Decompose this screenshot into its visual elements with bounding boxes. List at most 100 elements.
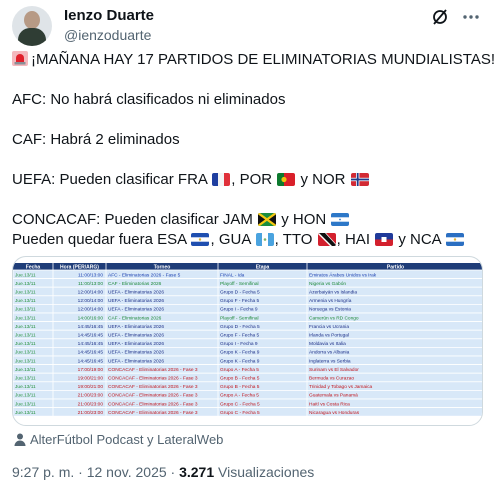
haiti-flag-icon bbox=[375, 233, 394, 246]
table-cell: Nigeria vs Gabón bbox=[309, 281, 346, 287]
table-cell: Jue.13/11 bbox=[15, 272, 36, 278]
tweet-line-uefa: UEFA: Pueden clasificar FRA , POR y NOR bbox=[12, 170, 483, 190]
table-cell: 11:00/13:00 bbox=[78, 272, 103, 278]
table-cell: UEFA - Eliminatorias 2026 bbox=[108, 290, 164, 296]
tweet-time[interactable]: 9:27 p. m. bbox=[12, 464, 74, 480]
views-count: 3.271 bbox=[179, 464, 215, 480]
table-cell: 14:45/16:45 bbox=[78, 341, 104, 347]
attribution-text: AlterFútbol Podcast y LateralWeb bbox=[30, 432, 224, 447]
tweet-line-headline: ¡MAÑANA HAY 17 PARTIDOS DE ELIMINATORIAS… bbox=[12, 50, 495, 70]
table-cell: CONCACAF - Eliminatorias 2026 - Fase 3 bbox=[108, 376, 198, 382]
table-cell: Noruega vs Estonia bbox=[309, 307, 351, 313]
table-cell: Jue.13/11 bbox=[15, 350, 36, 356]
tweet-line-caf: CAF: Habrá 2 eliminados bbox=[12, 131, 180, 148]
table-cell: Grupo C - Fecha 5 bbox=[220, 410, 260, 416]
tweet-date[interactable]: 12 nov. 2025 bbox=[87, 464, 167, 480]
table-cell: Jue.13/11 bbox=[15, 298, 36, 304]
table-cell: Azerbaiyán vs Islandia bbox=[309, 290, 357, 296]
table-cell: Jue.13/11 bbox=[15, 333, 36, 339]
avatar[interactable] bbox=[12, 6, 52, 46]
fuera-tto-text: , TTO bbox=[274, 231, 313, 248]
tweet-meta: 9:27 p. m. · 12 nov. 2025 · 3.271 Visual… bbox=[12, 464, 314, 480]
table-cell: 14:45/16:45 bbox=[78, 333, 104, 339]
more-dots-icon[interactable] bbox=[461, 8, 481, 26]
schedule-image[interactable]: Fecha Hora (PER/ARG) Torneo Etapa Partido Jue… bbox=[12, 256, 483, 426]
table-cell: Grupo F - Fecha 5 bbox=[220, 298, 260, 304]
table-cell: Grupo A - Fecha 5 bbox=[220, 393, 259, 399]
table-cell: Jue.13/11 bbox=[15, 393, 36, 399]
table-cell: Grupo K - Fecha 9 bbox=[220, 350, 260, 356]
table-cell: CONCACAF - Eliminatorias 2026 - Fase 3 bbox=[108, 384, 198, 390]
tweet-line-eliminados: Pueden quedar fuera ESA , GUA , TTO , HA… bbox=[12, 230, 483, 250]
uefa-prefix-text: UEFA: Pueden clasificar FRA bbox=[12, 171, 208, 188]
fuera-hai-text: , HAI bbox=[336, 231, 370, 248]
table-cell: Jue.13/11 bbox=[15, 281, 36, 287]
table-cell: 11:00/13:00 bbox=[78, 281, 103, 287]
slashed-circle-icon[interactable] bbox=[431, 8, 449, 26]
table-cell: 12:00/14:00 bbox=[78, 307, 104, 313]
nicaragua-flag-icon bbox=[446, 233, 465, 246]
table-cell: Andorra vs Albania bbox=[309, 350, 350, 356]
table-cell: 12:00/14:00 bbox=[78, 298, 104, 304]
table-cell: Bermuda vs Curazao bbox=[309, 376, 354, 382]
table-cell: UEFA - Eliminatorias 2026 bbox=[108, 324, 164, 330]
table-cell: CAF - Eliminatorias 2026 bbox=[108, 315, 162, 321]
table-cell: Jue.13/11 bbox=[15, 384, 36, 390]
author-handle[interactable]: @ienzoduarte bbox=[64, 27, 151, 43]
table-cell: Grupo D - Fecha 5 bbox=[220, 324, 260, 330]
france-flag-icon bbox=[212, 173, 231, 186]
table-cell: Grupo C - Fecha 5 bbox=[220, 401, 260, 407]
trinidad-tobago-flag-icon bbox=[317, 233, 336, 246]
table-cell: Grupo B - Fecha 5 bbox=[220, 384, 260, 390]
tweet-line-concacaf: CONCACAF: Pueden clasificar JAM y HON bbox=[12, 210, 483, 230]
table-cell: Grupo A - Fecha 5 bbox=[220, 367, 259, 373]
headline-text: ¡MAÑANA HAY 17 PARTIDOS DE ELIMINATORIAS… bbox=[31, 51, 495, 68]
table-cell: Francia vs Ucrania bbox=[309, 324, 349, 330]
media-attribution[interactable]: AlterFútbol Podcast y LateralWeb bbox=[14, 432, 223, 447]
honduras-flag-icon bbox=[331, 213, 350, 226]
table-cell: Grupo D - Fecha 5 bbox=[220, 290, 260, 296]
schedule-table: Fecha Hora (PER/ARG) Torneo Etapa PartidoJue… bbox=[13, 263, 482, 417]
table-cell: Jue.13/11 bbox=[15, 290, 36, 296]
table-cell: Playoff - Semifinal bbox=[220, 315, 259, 321]
norway-flag-icon bbox=[350, 173, 369, 186]
table-cell: UEFA - Eliminatorias 2026 bbox=[108, 358, 164, 364]
table-cell: UEFA - Eliminatorias 2026 bbox=[108, 341, 164, 347]
el-salvador-flag-icon bbox=[191, 233, 210, 246]
concacaf-hon-text: y HON bbox=[277, 211, 327, 228]
table-cell: 21:00/23:00 bbox=[78, 410, 104, 416]
table-cell: Irlanda vs Portugal bbox=[309, 333, 349, 339]
table-cell: CONCACAF - Eliminatorias 2026 - Fase 3 bbox=[108, 367, 198, 373]
author-name[interactable]: Ienzo Duarte bbox=[64, 7, 154, 24]
table-cell: 21:00/23:00 bbox=[78, 401, 104, 407]
tweet-header: Ienzo Duarte @ienzoduarte bbox=[12, 6, 483, 46]
table-cell: 17:00/19:00 bbox=[78, 367, 104, 373]
table-cell: 19:00/21:00 bbox=[78, 376, 104, 382]
table-cell: 14:00/16:00 bbox=[78, 315, 104, 321]
table-cell: Trinidad y Tobago vs Jamaica bbox=[309, 384, 373, 390]
person-icon bbox=[14, 433, 26, 446]
fuera-gua-text: , GUA bbox=[210, 231, 251, 248]
views-label: Visualizaciones bbox=[214, 464, 315, 480]
table-cell: CONCACAF - Eliminatorias 2026 - Fase 3 bbox=[108, 401, 198, 407]
table-cell: Jue.13/11 bbox=[15, 376, 36, 382]
table-cell: 14:45/16:45 bbox=[78, 358, 104, 364]
meta-separator: · bbox=[74, 464, 87, 480]
table-cell: Moldavia vs Italia bbox=[309, 341, 346, 347]
table-cell: UEFA - Eliminatorias 2026 bbox=[108, 307, 164, 313]
table-cell: Jue.13/11 bbox=[15, 367, 36, 373]
table-cell: CONCACAF - Eliminatorias 2026 - Fase 3 bbox=[108, 410, 198, 416]
table-cell: CONCACAF - Eliminatorias 2026 - Fase 3 bbox=[108, 393, 198, 399]
table-cell: Haití vs Costa Rica bbox=[309, 401, 350, 407]
table-cell: Inglaterra vs Serbia bbox=[309, 358, 351, 364]
table-cell: Jue.13/11 bbox=[15, 358, 36, 364]
tweet-line-afc: AFC: No habrá clasificados ni eliminados bbox=[12, 91, 286, 108]
table-cell: Grupo I - Fecha 9 bbox=[220, 341, 258, 347]
table-cell: Grupo B - Fecha 5 bbox=[220, 376, 260, 382]
table-cell: UEFA - Eliminatorias 2026 bbox=[108, 350, 164, 356]
guatemala-flag-icon bbox=[255, 233, 274, 246]
fuera-nca-text: y NCA bbox=[394, 231, 441, 248]
table-cell: UEFA - Eliminatorias 2026 bbox=[108, 333, 164, 339]
table-cell: Guatemala vs Panamá bbox=[309, 393, 358, 399]
uefa-por-text: , POR bbox=[231, 171, 273, 188]
